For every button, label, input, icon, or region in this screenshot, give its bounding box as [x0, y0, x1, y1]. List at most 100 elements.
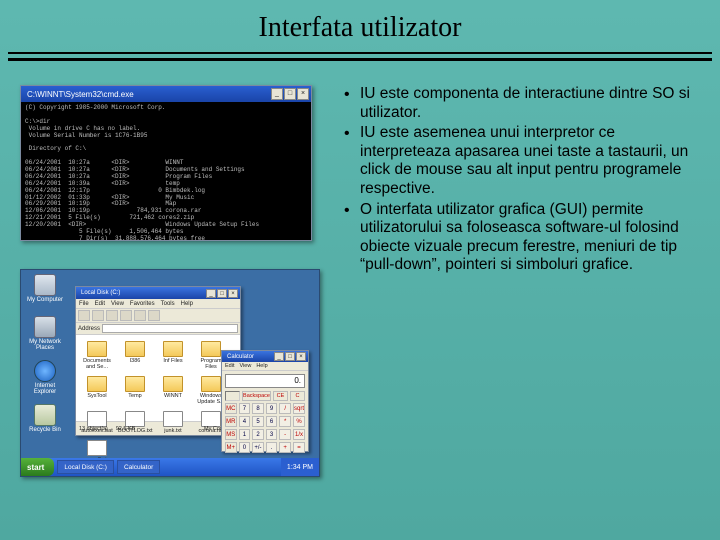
calc-key[interactable]: MC: [225, 403, 237, 414]
calc-titlebar: Calculator _ □ ×: [222, 351, 308, 362]
folder-icon: [87, 376, 107, 392]
maximize-icon[interactable]: □: [217, 289, 227, 298]
bullet-item: IU este asemenea unui interpretor ce int…: [340, 124, 692, 198]
calc-key[interactable]: 2: [252, 429, 264, 440]
maximize-icon[interactable]: □: [285, 352, 295, 361]
menu-item[interactable]: File: [79, 301, 89, 307]
slide-title: Interfata utilizator: [0, 0, 720, 52]
menu-item[interactable]: Edit: [95, 301, 105, 307]
calc-key[interactable]: +: [279, 442, 291, 453]
taskbar-item[interactable]: Calculator: [117, 460, 160, 474]
calc-key[interactable]: 4: [239, 416, 251, 427]
recycle-icon: [34, 404, 56, 426]
minimize-icon[interactable]: _: [271, 88, 283, 100]
views-button[interactable]: [148, 310, 160, 321]
system-tray-clock: 1:34 PM: [281, 458, 319, 476]
calc-key[interactable]: *: [279, 416, 291, 427]
calculator-window: Calculator _ □ × Edit View Help 0. Backs…: [221, 350, 309, 452]
address-field[interactable]: [102, 324, 238, 333]
calc-key[interactable]: sqrt: [293, 403, 305, 414]
calc-key[interactable]: 9: [266, 403, 278, 414]
menu-item[interactable]: Help: [256, 363, 267, 369]
desktop-icon-recycle[interactable]: Recycle Bin: [25, 404, 65, 433]
explorer-titlebar: Local Disk (C:) _ □ ×: [76, 287, 240, 299]
icon-label: Internet Explorer: [25, 383, 65, 395]
calc-key[interactable]: 6: [266, 416, 278, 427]
text-column: IU este componenta de interactiune dintr…: [340, 85, 700, 477]
maximize-icon[interactable]: □: [284, 88, 296, 100]
calc-key[interactable]: 7: [239, 403, 251, 414]
calc-key[interactable]: /: [279, 403, 291, 414]
menu-item[interactable]: View: [111, 301, 124, 307]
calc-key[interactable]: .: [266, 442, 278, 453]
calc-c[interactable]: C: [290, 391, 305, 401]
folder-item[interactable]: Documents and Se...: [80, 341, 114, 370]
calc-ce[interactable]: CE: [273, 391, 288, 401]
search-button[interactable]: [120, 310, 132, 321]
folder-item[interactable]: WINNT: [156, 376, 190, 405]
calc-key[interactable]: M+: [225, 442, 237, 453]
cmd-title-text: C:\WINNT\System32\cmd.exe: [23, 90, 271, 99]
icon-label: My Computer: [25, 297, 65, 303]
explorer-window: Local Disk (C:) _ □ × File Edit View Fav…: [75, 286, 241, 436]
folder-item[interactable]: Temp: [118, 376, 152, 405]
calc-key[interactable]: 1: [239, 429, 251, 440]
folder-item[interactable]: SysTool: [80, 376, 114, 405]
item-label: Documents and Se...: [80, 358, 114, 370]
desktop-icon-my-computer[interactable]: My Computer: [25, 274, 65, 303]
calc-key[interactable]: 0: [239, 442, 251, 453]
desktop-icon-ie[interactable]: Internet Explorer: [25, 360, 65, 395]
calc-key[interactable]: -: [279, 429, 291, 440]
slide-content: C:\WINNT\System32\cmd.exe _ □ × (C) Copy…: [0, 61, 720, 477]
menu-item[interactable]: Favorites: [130, 301, 155, 307]
calc-memory-indicator: [225, 391, 240, 401]
ie-icon: [34, 360, 56, 382]
folder-item[interactable]: Inf Files: [156, 341, 190, 370]
icon-label: My Network Places: [25, 339, 65, 351]
desktop-icon-network[interactable]: My Network Places: [25, 316, 65, 351]
folder-item[interactable]: I386: [118, 341, 152, 370]
calc-key[interactable]: +/-: [252, 442, 264, 453]
up-button[interactable]: [106, 310, 118, 321]
folder-icon: [201, 341, 221, 357]
calc-key[interactable]: MR: [225, 416, 237, 427]
icon-label: Recycle Bin: [25, 427, 65, 433]
calc-key[interactable]: 5: [252, 416, 264, 427]
calc-keypad: MC789/sqrt MR456*% MS123-1/x M+0+/-.+=: [222, 403, 308, 456]
minimize-icon[interactable]: _: [274, 352, 284, 361]
start-button[interactable]: start: [21, 458, 54, 476]
item-label: Temp: [118, 393, 152, 399]
calc-top-row: Backspace CE C: [222, 391, 308, 403]
desktop-screenshot: My Computer My Network Places Internet E…: [20, 269, 320, 477]
calc-backspace[interactable]: Backspace: [242, 391, 271, 401]
calc-key[interactable]: =: [293, 442, 305, 453]
calc-key[interactable]: 1/x: [293, 429, 305, 440]
forward-button[interactable]: [92, 310, 104, 321]
item-label: I386: [118, 358, 152, 364]
menu-item[interactable]: Edit: [225, 363, 234, 369]
explorer-address-bar: Address: [76, 323, 240, 335]
close-icon[interactable]: ×: [296, 352, 306, 361]
cmd-window-controls: _ □ ×: [271, 88, 309, 100]
status-size: 92.5 KB: [116, 426, 136, 432]
calc-key[interactable]: 8: [252, 403, 264, 414]
menu-item[interactable]: Help: [181, 301, 193, 307]
address-label: Address: [78, 326, 100, 332]
folders-button[interactable]: [134, 310, 146, 321]
close-icon[interactable]: ×: [297, 88, 309, 100]
folder-icon: [125, 341, 145, 357]
explorer-menu: File Edit View Favorites Tools Help: [76, 299, 240, 309]
taskbar-item[interactable]: Local Disk (C:): [57, 460, 114, 474]
explorer-body: Documents and Se...I386Inf FilesProgram …: [76, 335, 240, 421]
file-item[interactable]: junk.txt: [156, 411, 190, 434]
calc-key[interactable]: MS: [225, 429, 237, 440]
calc-key[interactable]: %: [293, 416, 305, 427]
calc-key[interactable]: 3: [266, 429, 278, 440]
minimize-icon[interactable]: _: [206, 289, 216, 298]
menu-item[interactable]: Tools: [161, 301, 175, 307]
back-button[interactable]: [78, 310, 90, 321]
file-icon: [163, 411, 183, 427]
cmd-output: (C) Copyright 1985-2000 Microsoft Corp. …: [21, 102, 311, 240]
menu-item[interactable]: View: [239, 363, 251, 369]
close-icon[interactable]: ×: [228, 289, 238, 298]
